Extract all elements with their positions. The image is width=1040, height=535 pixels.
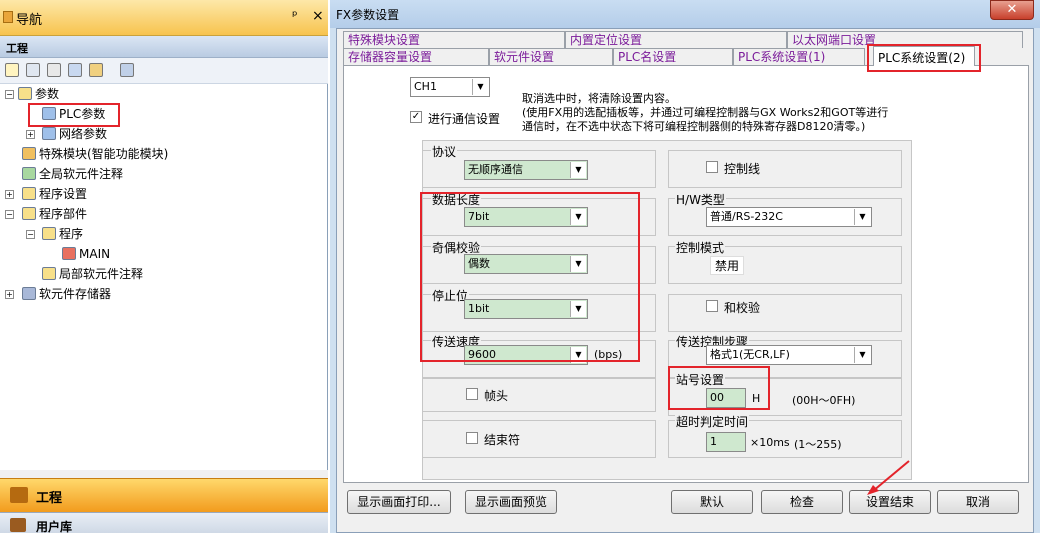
comment-icon — [42, 267, 56, 280]
terminator-group — [422, 420, 656, 458]
terminator-checkbox[interactable] — [466, 432, 478, 444]
hw-type-select[interactable]: 普通/RS-232C ▼ — [706, 207, 872, 227]
pin-icon[interactable]: ᵖ — [292, 9, 298, 24]
highlight-box — [867, 44, 981, 72]
splitter[interactable] — [0, 470, 328, 478]
control-mode-value: 禁用 — [710, 256, 745, 275]
tree-item-params[interactable]: 参数 — [18, 85, 59, 103]
expand-icon[interactable]: + — [5, 290, 14, 299]
sum-check-group — [668, 294, 902, 332]
dialog-close-button[interactable]: ✕ — [990, 0, 1034, 20]
network-icon — [42, 127, 56, 140]
tree-item-network-params[interactable]: 网络参数 — [42, 125, 107, 143]
dialog-body: 特殊模块设置 内置定位设置 以太网端口设置 存储器容量设置 软元件设置 PLC名… — [336, 28, 1034, 533]
bottom-tab-library[interactable]: 用户库 — [0, 512, 328, 534]
collapse-icon[interactable]: − — [26, 230, 35, 239]
control-line-checkbox[interactable] — [706, 161, 718, 173]
tree-item-program[interactable]: 程序 — [42, 225, 83, 243]
station-range: (00H～0FH) — [792, 394, 856, 407]
tree-item-local-comment[interactable]: 局部软元件注释 — [42, 265, 143, 283]
expand-icon[interactable]: + — [26, 130, 35, 139]
arrow-annotation — [867, 460, 910, 495]
dialog-title: FX参数设置 — [336, 8, 400, 22]
comm-settings-checkbox[interactable]: ✓ — [410, 111, 422, 123]
property-icon[interactable] — [68, 63, 82, 77]
paste-icon[interactable] — [47, 63, 61, 77]
module-icon — [22, 147, 36, 160]
memory-icon — [22, 287, 36, 300]
tab-device-settings[interactable]: 软元件设置 — [489, 48, 613, 65]
tree-item-device-memory[interactable]: 软元件存储器 — [22, 285, 111, 303]
tree-item-special-module[interactable]: 特殊模块(智能功能模块) — [22, 145, 168, 163]
navigation-title: 导航 — [16, 13, 43, 28]
new-icon[interactable] — [5, 63, 19, 77]
close-icon[interactable]: × — [312, 8, 324, 24]
tree-item-program-settings[interactable]: 程序设置 — [22, 185, 87, 203]
timeout-input[interactable]: 1 — [706, 432, 746, 452]
sum-check-label: 和校验 — [724, 301, 761, 315]
highlight-box — [28, 103, 120, 127]
tab-panel: CH1 ▼ ✓ 进行通信设置 取消选中时，将清除设置内容。 (使用FX用的选配插板… — [343, 65, 1029, 483]
navigation-icon — [3, 11, 13, 23]
check-button[interactable]: 检查 — [761, 490, 843, 514]
collapse-icon[interactable]: − — [5, 90, 14, 99]
dropdown-tool-icon[interactable] — [120, 63, 134, 77]
tree-item-global-comment[interactable]: 全局软元件注释 — [22, 165, 123, 183]
sum-check-checkbox[interactable] — [706, 300, 718, 312]
note-line-3: 通信时，在不选中状态下将可编程控制器侧的特殊寄存器D8120清零。) — [522, 120, 866, 133]
header-label: 帧头 — [484, 389, 509, 403]
folder-icon — [18, 87, 32, 100]
timeout-range: (1～255) — [794, 438, 842, 451]
tree-item-main[interactable]: MAIN — [62, 245, 110, 263]
print-screen-button[interactable]: 显示画面打印... — [347, 490, 451, 514]
chevron-down-icon: ▼ — [854, 209, 870, 225]
header-checkbox[interactable] — [466, 388, 478, 400]
section-header: 工程 — [0, 36, 328, 58]
comm-settings-label: 进行通信设置 — [428, 112, 501, 126]
header-group — [422, 378, 656, 412]
expand-icon[interactable]: + — [5, 190, 14, 199]
fx-param-dialog: FX参数设置 ✕ 特殊模块设置 内置定位设置 以太网端口设置 存储器容量设置 软… — [330, 0, 1040, 533]
chevron-down-icon: ▼ — [854, 347, 870, 363]
timeout-unit: ×10ms — [750, 436, 790, 449]
refresh-icon[interactable] — [89, 63, 103, 77]
default-button[interactable]: 默认 — [671, 490, 753, 514]
collapse-icon[interactable]: − — [5, 210, 14, 219]
chevron-down-icon: ▼ — [472, 79, 488, 95]
control-line-group — [668, 150, 902, 188]
tab-memory-capacity[interactable]: 存储器容量设置 — [343, 48, 489, 65]
toolbar — [0, 58, 328, 84]
preview-screen-button[interactable]: 显示画面预览 — [465, 490, 557, 514]
dialog-title-bar: FX参数设置 ✕ — [330, 0, 1040, 28]
tab-plc-system-1[interactable]: PLC系统设置(1) — [733, 48, 865, 65]
navigation-title-bar: 导航 ᵖ × — [0, 0, 328, 36]
folder-icon — [22, 187, 36, 200]
highlight-box — [668, 366, 770, 410]
control-mode-group: 控制模式 — [668, 239, 902, 284]
tab-plc-name[interactable]: PLC名设置 — [613, 48, 733, 65]
highlight-box — [420, 192, 640, 362]
control-line-label: 控制线 — [724, 162, 761, 176]
bottom-tab-project[interactable]: 工程 — [0, 478, 328, 512]
cancel-button[interactable]: 取消 — [937, 490, 1019, 514]
tab-special-module[interactable]: 特殊模块设置 — [343, 31, 565, 48]
protocol-select[interactable]: 无顺序通信 ▼ — [464, 160, 588, 180]
folder-icon — [22, 207, 36, 220]
project-icon — [10, 487, 28, 503]
channel-select[interactable]: CH1 ▼ — [410, 77, 490, 97]
transfer-procedure-select[interactable]: 格式1(无CR,LF) ▼ — [706, 345, 872, 365]
ladder-icon — [62, 247, 76, 260]
navigation-pane: 导航 ᵖ × 工程 − 参数 PLC参数 + 网络参数 特殊模块(智能功能模块)… — [0, 0, 328, 534]
tab-builtin-positioning[interactable]: 内置定位设置 — [565, 31, 787, 48]
chevron-down-icon: ▼ — [570, 162, 586, 178]
copy-icon[interactable] — [26, 63, 40, 77]
tree-item-program-parts[interactable]: 程序部件 — [22, 205, 87, 223]
comment-icon — [22, 167, 36, 180]
terminator-label: 结束符 — [484, 433, 521, 447]
folder-icon — [42, 227, 56, 240]
library-icon — [10, 518, 26, 532]
